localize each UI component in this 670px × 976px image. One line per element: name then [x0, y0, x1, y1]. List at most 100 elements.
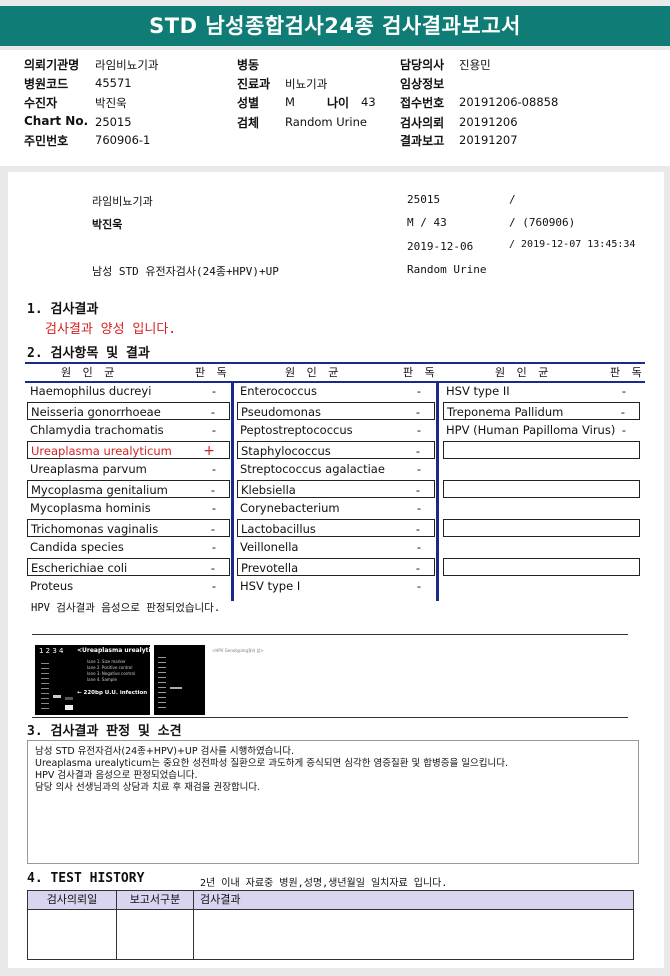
report-sex-age: M / 43: [407, 216, 447, 229]
header-label: 의뢰기관명: [24, 58, 80, 72]
table-row-empty: [443, 558, 640, 576]
header-value: 비뇨기과: [285, 77, 328, 91]
header-label: 결과보고: [400, 134, 445, 148]
header-value: Random Urine: [285, 115, 367, 129]
report-birth: / (760906): [509, 216, 576, 229]
header-value: 라임비뇨기과: [95, 58, 159, 72]
column-divider: [231, 381, 234, 601]
table-row: Lactobacillus -: [237, 519, 435, 537]
gel-legend-item: lane 1. Size marker: [87, 659, 126, 664]
header-info: 의뢰기관명 라임비뇨기과 병원코드 45571 수진자 박진욱 Chart No…: [0, 50, 670, 166]
header-value: 진용민: [459, 58, 491, 72]
size-marker-ladder: [41, 659, 49, 711]
history-col-header: 검사결과: [200, 893, 241, 906]
positive-result-text: 검사결과 양성 입니다.: [45, 322, 177, 337]
header-organism: 원 인 균: [495, 366, 553, 379]
report-patient: 박진욱: [92, 218, 123, 231]
header-label: 진료과: [237, 77, 271, 91]
opinion-line: 담당 의사 선생님과의 상담과 치료 후 재검을 권장합니다.: [35, 782, 261, 793]
report-slash: /: [509, 193, 516, 206]
header-value: M: [285, 95, 295, 109]
header-value: 45571: [95, 76, 132, 90]
table-row: Haemophilus ducreyi -: [30, 384, 216, 398]
opinion-line: HPV 검사결과 음성으로 판정되었습니다.: [35, 770, 198, 781]
section-4-title: 4. TEST HISTORY: [27, 871, 145, 886]
report-test-name: 남성 STD 유전자검사(24종+HPV)+UP: [92, 265, 279, 278]
results-table-header: 원 인 균 판 독 원 인 균 판 독 원 인 균 판 독: [25, 362, 645, 383]
table-row-empty: [443, 480, 640, 498]
header-organism: 원 인 균: [61, 366, 119, 379]
report-title: STD 남성종합검사24종 검사결과보고서: [0, 6, 670, 46]
table-row: Neisseria gonorrhoeae -: [27, 402, 230, 420]
history-col-header: 보고서구분: [129, 893, 181, 906]
table-row-empty: [443, 519, 640, 537]
table-row: Treponema Pallidum -: [443, 402, 640, 420]
divider: [32, 717, 628, 718]
table-row: HPV (Human Papilloma Virus) -: [446, 423, 626, 437]
gel-legend-item: lane 3. Negative control: [87, 671, 136, 676]
history-col-header: 검사의뢰일: [46, 893, 98, 906]
header-label: 나이: [327, 96, 350, 110]
header-result: 판 독: [195, 366, 231, 379]
header-value: 43: [361, 95, 376, 109]
gel-band-label: ← 220bp U.U. infection: [77, 690, 148, 696]
header-result: 판 독: [403, 366, 439, 379]
header-label: 성별: [237, 96, 260, 110]
section-3-title: 3. 검사결과 판정 및 소견: [27, 724, 182, 739]
table-row: Proteus -: [30, 579, 216, 593]
header-label: 병동: [237, 58, 260, 72]
report-specimen: Random Urine: [407, 263, 487, 276]
header-result: 판 독: [610, 366, 646, 379]
table-row: HSV type II -: [446, 384, 626, 398]
header-value: 25015: [95, 115, 132, 129]
table-row: Pseudomonas -: [237, 402, 435, 420]
header-label: 주민번호: [24, 134, 69, 148]
header-label: 담당의사: [400, 58, 445, 72]
history-col-divider: [193, 891, 194, 959]
header-organism: 원 인 균: [285, 366, 343, 379]
header-label: 병원코드: [24, 77, 69, 91]
hpv-gel-image: [154, 645, 205, 715]
section-1-title: 1. 검사결과: [27, 302, 99, 317]
header-value: 20191207: [459, 133, 518, 147]
table-row-empty: [443, 441, 640, 459]
table-row: Trichomonas vaginalis -: [27, 519, 230, 537]
header-label: 임상정보: [400, 77, 445, 91]
gel-electrophoresis-image: 1 2 3 4 <Ureaplasma urealyticum> lane 1.…: [35, 645, 170, 715]
table-row: Enterococcus -: [240, 384, 421, 398]
hpv-note: HPV 검사결과 음성으로 판정되었습니다.: [31, 602, 221, 614]
table-row: Corynebacterium -: [240, 501, 421, 515]
table-row: Veillonella -: [240, 540, 421, 554]
header-value: 박진욱: [95, 96, 127, 110]
table-row: Ureaplasma parvum -: [30, 462, 216, 476]
section-2-title: 2. 검사항목 및 결과: [27, 346, 150, 361]
table-row: Prevotella -: [237, 558, 435, 576]
header-label: 검사의뢰: [400, 116, 445, 130]
divider: [32, 634, 628, 635]
report-request-date: 2019-12-06: [407, 240, 474, 253]
table-row: Streptococcus agalactiae -: [240, 462, 421, 476]
report-report-datetime: / 2019-12-07 13:45:34: [509, 239, 636, 250]
gel-band: [170, 687, 182, 689]
gel-band: [53, 695, 61, 698]
history-table: 검사의뢰일 보고서구분 검사결과: [27, 890, 634, 960]
history-note: 2년 이내 자료중 병원,성명,생년월일 일치자료 입니다.: [200, 878, 448, 889]
gel-lane-numbers: 1 2 3 4: [39, 647, 64, 655]
table-row-positive: Ureaplasma urealyticum +: [27, 441, 230, 459]
column-divider: [436, 381, 439, 601]
table-row: Staphylococcus -: [237, 441, 435, 459]
header-label: Chart No.: [24, 114, 89, 128]
gel-band: [65, 697, 73, 700]
header-label: 검체: [237, 116, 260, 130]
history-col-divider: [116, 891, 117, 959]
opinion-line: Ureaplasma urealyticum는 중요한 성전파성 질환으로 과도…: [35, 758, 508, 769]
gel-legend-item: lane 4. Sample: [87, 677, 117, 682]
hpv-gel-caption: <HPV Genotyping결과 없>: [212, 648, 264, 653]
table-row: Chlamydia trachomatis -: [30, 423, 216, 437]
table-row: HSV type I-: [240, 579, 421, 593]
gel-legend-item: lane 2. Positive control: [87, 665, 133, 670]
table-row: Mycoplasma genitalium -: [27, 480, 230, 498]
table-row: Escherichiae coli -: [27, 558, 230, 576]
report-clinic: 라임비뇨기과: [92, 195, 153, 208]
header-value: 760906-1: [95, 133, 151, 147]
